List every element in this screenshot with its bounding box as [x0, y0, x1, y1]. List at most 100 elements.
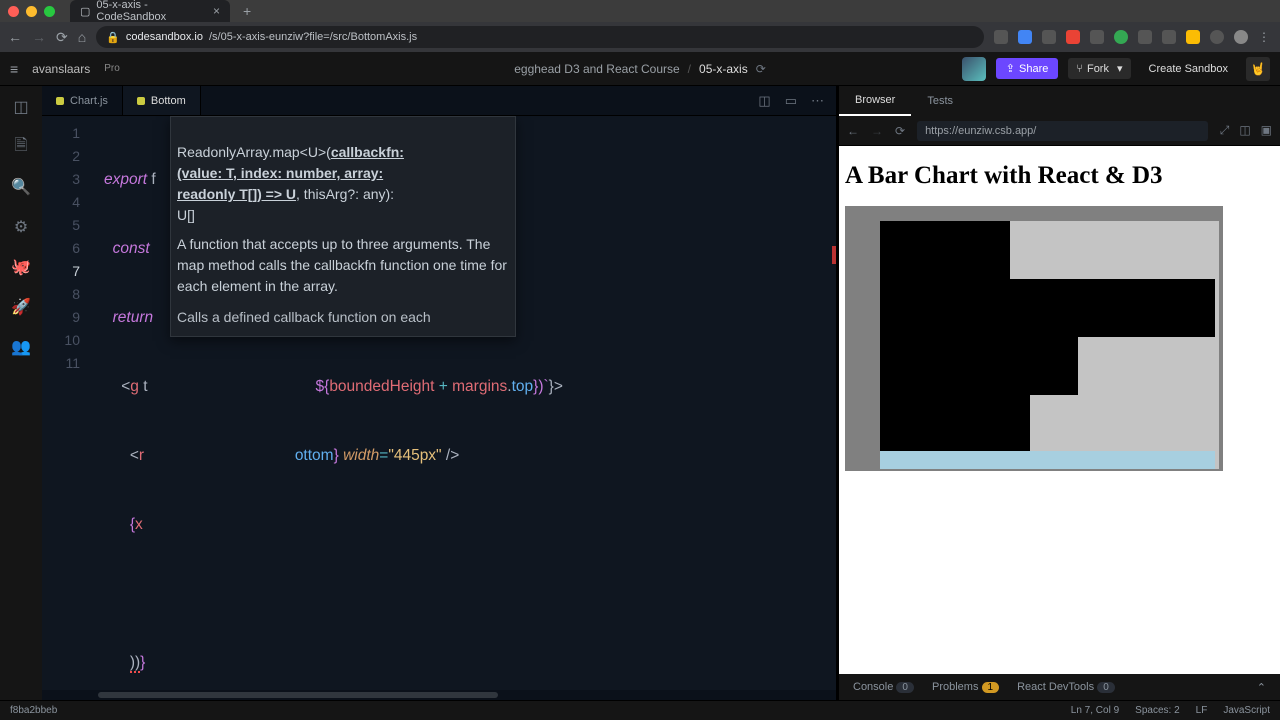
activity-bar: ◫ 🗎 🔍 ⚙ 🐙 🚀 👥 — [0, 86, 42, 700]
problems-tab[interactable]: Problems 1 — [932, 681, 999, 693]
error-indicator — [832, 246, 836, 264]
preview-toolbar: ← → ⟳ https://eunziw.csb.app/ ⤢ ◫ ▣ — [839, 116, 1280, 146]
preview-newwindow-icon[interactable]: ◫ — [1239, 123, 1250, 138]
owner-name[interactable]: avanslaars — [32, 62, 90, 76]
ext-icon[interactable] — [1186, 30, 1200, 44]
avatar[interactable] — [962, 57, 986, 81]
window-zoom[interactable] — [44, 6, 55, 17]
browser-toolbar: ← → ⟳ ⌂ 🔒 codesandbox.io/s/05-x-axis-eun… — [0, 22, 1280, 52]
like-button[interactable]: 🤘 — [1246, 57, 1270, 81]
status-cursor[interactable]: Ln 7, Col 9 — [1071, 705, 1119, 716]
tooltip-doc: A function that accepts up to three argu… — [177, 234, 509, 328]
tab-close-icon[interactable]: × — [213, 4, 220, 18]
preview-bottom-panel: Console 0 Problems 1 React DevTools 0 ⌃ — [839, 674, 1280, 700]
preview-tabs: Browser Tests — [839, 86, 1280, 116]
js-file-icon — [56, 97, 64, 105]
address-bar[interactable]: 🔒 codesandbox.io/s/05-x-axis-eunziw?file… — [96, 26, 984, 48]
reload-icon[interactable]: ⟳ — [56, 29, 68, 46]
ext-icon[interactable] — [1162, 30, 1176, 44]
status-bar: f8ba2bbeb Ln 7, Col 9 Spaces: 2 LF JavaS… — [0, 700, 1280, 720]
console-tab[interactable]: Console 0 — [853, 681, 914, 693]
status-spaces[interactable]: Spaces: 2 — [1135, 705, 1179, 716]
status-commit[interactable]: f8ba2bbeb — [10, 705, 57, 716]
editor-pane: Chart.js Bottom ◫ ▭ ⋯ 1234567891011 expo… — [42, 86, 836, 700]
search-icon[interactable]: 🔍 — [12, 178, 30, 196]
forward-icon[interactable]: → — [32, 29, 46, 45]
url-host: codesandbox.io — [126, 31, 203, 43]
home-icon[interactable]: ⌂ — [78, 29, 86, 45]
status-eol[interactable]: LF — [1196, 705, 1208, 716]
tooltip-text: ReadonlyArray.map<U>( — [177, 144, 331, 160]
status-language[interactable]: JavaScript — [1223, 705, 1270, 716]
js-file-icon — [137, 97, 145, 105]
file-tabs: Chart.js Bottom ◫ ▭ ⋯ — [42, 86, 836, 116]
ext-icon[interactable] — [1042, 30, 1056, 44]
preview-frame: A Bar Chart with React & D3 — [839, 146, 1280, 674]
menu-icon[interactable]: ≡ — [10, 61, 18, 77]
browser-tab[interactable]: ▢ 05-x-axis - CodeSandbox × — [70, 0, 230, 22]
back-icon[interactable]: ← — [8, 29, 22, 45]
deploy-icon[interactable]: 🚀 — [12, 298, 30, 316]
file-tab-bottomaxis[interactable]: Bottom — [123, 86, 201, 115]
chevron-down-icon[interactable]: ▾ — [1117, 62, 1123, 75]
tab-browser[interactable]: Browser — [839, 86, 911, 116]
panel-toggle-icon[interactable]: ⌃ — [1257, 681, 1266, 694]
preview-forward-icon[interactable]: → — [871, 124, 883, 138]
lock-icon: 🔒 — [106, 31, 120, 44]
ext-icon[interactable] — [1234, 30, 1248, 44]
breadcrumb: egghead D3 and React Course / 05-x-axis … — [514, 62, 766, 76]
breadcrumb-parent[interactable]: egghead D3 and React Course — [514, 62, 679, 76]
fork-icon: ⑂ — [1076, 63, 1083, 75]
more-icon[interactable]: ⋯ — [811, 93, 824, 109]
preview-pane: Browser Tests ← → ⟳ https://eunziw.csb.a… — [836, 86, 1280, 700]
github-icon[interactable]: 🐙 — [12, 258, 30, 276]
preview-reload-icon[interactable]: ⟳ — [895, 124, 905, 138]
file-tab-label: Bottom — [151, 95, 186, 107]
create-sandbox-button[interactable]: Create Sandbox — [1141, 59, 1237, 79]
preview-url[interactable]: https://eunziw.csb.app/ — [917, 121, 1208, 141]
tab-favicon: ▢ — [80, 5, 90, 18]
preview-back-icon[interactable]: ← — [847, 124, 859, 138]
preview-popout-icon[interactable]: ▣ — [1261, 123, 1272, 138]
url-path: /s/05-x-axis-eunziw?file=/src/BottomAxis… — [209, 31, 417, 43]
horizontal-scrollbar[interactable] — [42, 690, 836, 700]
ext-icon[interactable] — [1066, 30, 1080, 44]
macos-titlebar: ▢ 05-x-axis - CodeSandbox × + — [0, 0, 1280, 22]
fork-button[interactable]: ⑂ Fork ▾ — [1068, 58, 1130, 79]
split-editor-icon[interactable]: ◫ — [758, 93, 770, 109]
signature-tooltip: ReadonlyArray.map<U>(callbackfn: (value:… — [170, 116, 516, 337]
new-tab-button[interactable]: + — [243, 3, 251, 19]
react-devtools-tab[interactable]: React DevTools 0 — [1017, 681, 1115, 693]
preview-expand-icon[interactable]: ⤢ — [1220, 123, 1230, 138]
extension-icons: ⋮ — [994, 30, 1272, 44]
main-area: ◫ 🗎 🔍 ⚙ 🐙 🚀 👥 Chart.js Bottom ◫ ▭ ⋯ — [0, 86, 1280, 700]
code-editor[interactable]: 1234567891011 export f const props retur… — [42, 116, 836, 690]
owner-badge: Pro — [104, 63, 120, 74]
file-tab-label: Chart.js — [70, 95, 108, 107]
breadcrumb-sep: / — [688, 62, 691, 76]
layout-icon[interactable]: ▭ — [785, 93, 797, 109]
ext-icon[interactable] — [1114, 30, 1128, 44]
ext-icon[interactable] — [1138, 30, 1152, 44]
ext-icon[interactable] — [1210, 30, 1224, 44]
sync-icon[interactable]: ⟳ — [756, 62, 766, 76]
file-tab-chart[interactable]: Chart.js — [42, 86, 123, 115]
tab-title: 05-x-axis - CodeSandbox — [96, 0, 207, 23]
ext-icon[interactable] — [994, 30, 1008, 44]
share-button[interactable]: ⇪ Share — [996, 58, 1059, 79]
window-minimize[interactable] — [26, 6, 37, 17]
window-close[interactable] — [8, 6, 19, 17]
chrome-menu-icon[interactable]: ⋮ — [1258, 30, 1272, 44]
live-icon[interactable]: 👥 — [12, 338, 30, 356]
fork-label: Fork — [1087, 63, 1109, 75]
ext-icon[interactable] — [1018, 30, 1032, 44]
settings-icon[interactable]: ⚙ — [12, 218, 30, 236]
chart-title: A Bar Chart with React & D3 — [845, 162, 1274, 190]
share-icon: ⇪ — [1006, 62, 1015, 75]
share-label: Share — [1019, 63, 1048, 75]
tab-tests[interactable]: Tests — [911, 86, 969, 116]
sandbox-icon[interactable]: ◫ — [12, 98, 30, 116]
explorer-icon[interactable]: 🗎 — [12, 138, 30, 156]
ext-icon[interactable] — [1090, 30, 1104, 44]
breadcrumb-current[interactable]: 05-x-axis — [699, 62, 748, 76]
